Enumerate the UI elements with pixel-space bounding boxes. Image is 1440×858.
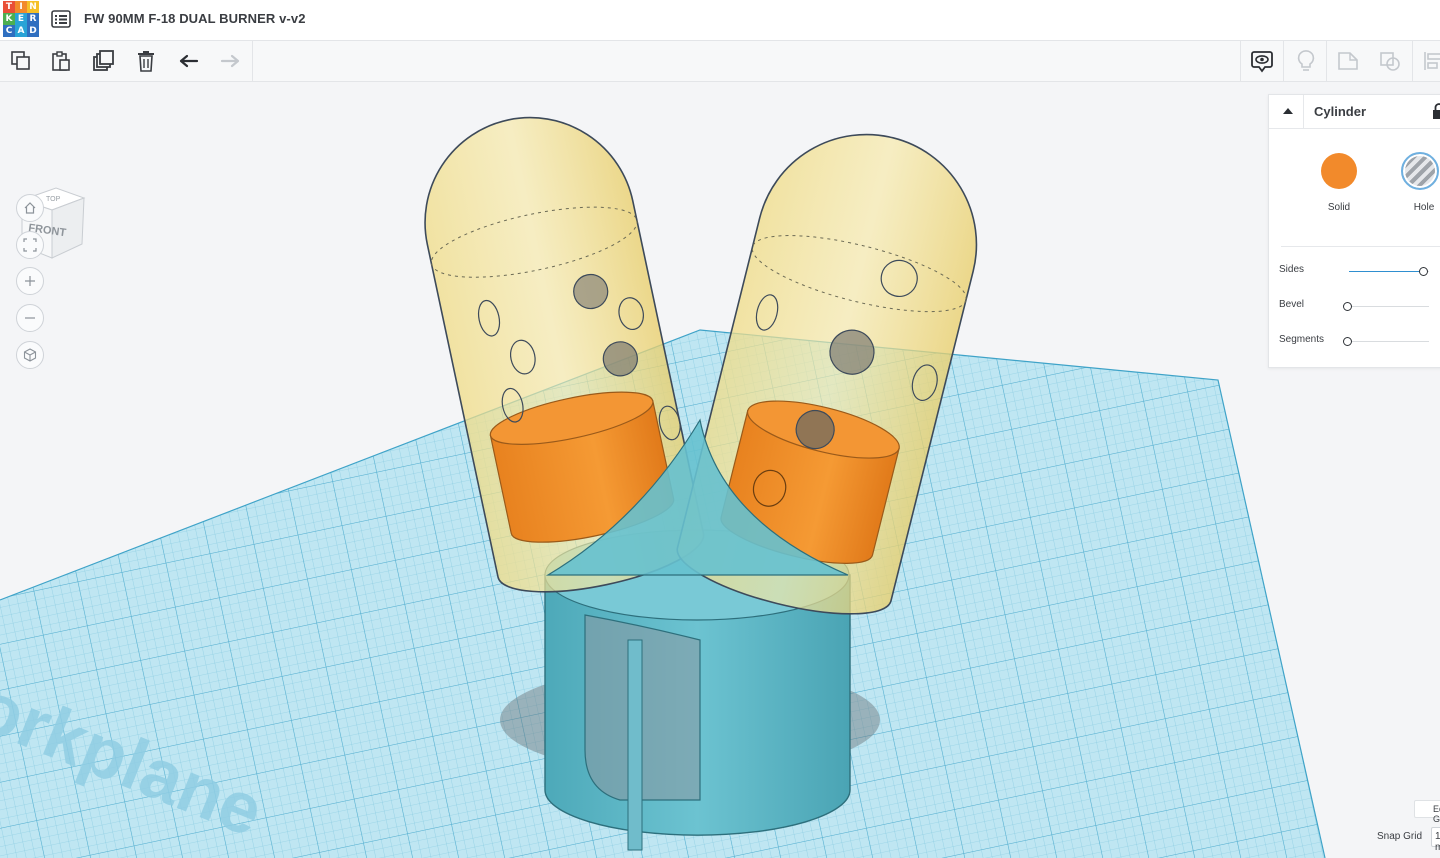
group-button[interactable]: [1333, 47, 1363, 75]
bevel-label: Bevel: [1279, 299, 1305, 310]
show-hide-button[interactable]: [1247, 47, 1277, 75]
snap-grid-label: Snap Grid: [1377, 831, 1423, 842]
toolbar-separator: [1283, 41, 1284, 81]
minus-icon: [25, 317, 35, 319]
solid-button[interactable]: [1321, 153, 1357, 189]
segments-slider-knob[interactable]: [1343, 337, 1352, 346]
undo-button[interactable]: [174, 47, 204, 75]
ungroup-button[interactable]: [1375, 47, 1405, 75]
toolbar-separator: [1412, 41, 1413, 81]
collapse-panel-button[interactable]: [1279, 102, 1297, 120]
logo-letter: R: [27, 13, 39, 25]
toolbar-separator: [1326, 41, 1327, 81]
home-icon: [24, 202, 36, 214]
view-cube-top-label: TOP: [46, 196, 61, 203]
title-bar: T I N K E R C A D FW 90MM F-18 DUAL BURN…: [0, 0, 1440, 41]
undo-icon: [179, 54, 199, 68]
lock-icon[interactable]: [1432, 103, 1440, 119]
zoom-in-button[interactable]: [16, 267, 44, 295]
shape-inspector-panel: Cylinder Solid Hole Sides Bevel Segments: [1268, 94, 1440, 368]
home-view-button[interactable]: [16, 194, 44, 222]
edit-grid-button[interactable]: Edit Grid: [1414, 800, 1440, 824]
redo-icon: [220, 54, 240, 68]
paste-icon: [52, 51, 70, 71]
3d-workspace[interactable]: Workplane TOP FRONT: [0, 82, 1440, 858]
show-all-button[interactable]: [1291, 47, 1321, 75]
copy-icon: [11, 51, 30, 70]
segments-slider-track[interactable]: [1349, 341, 1429, 342]
fit-view-button[interactable]: [16, 231, 44, 259]
ungroup-icon: [1380, 52, 1400, 71]
duplicate-icon: [93, 50, 114, 71]
solid-label: Solid: [1327, 202, 1351, 213]
logo-letter: I: [15, 1, 27, 13]
toolbar-separator: [1240, 41, 1241, 81]
bevel-slider-track[interactable]: [1349, 306, 1429, 307]
logo-letter: T: [3, 1, 15, 13]
segments-label: Segments: [1279, 334, 1325, 345]
paste-button[interactable]: [46, 47, 76, 75]
list-icon: [51, 10, 71, 28]
logo-letter: A: [15, 25, 27, 37]
toolbar-separator: [252, 41, 253, 81]
snap-grid-select[interactable]: 1.0 mm: [1431, 827, 1440, 853]
edit-toolbar: [0, 41, 1440, 82]
zoom-out-button[interactable]: [16, 304, 44, 332]
group-icon: [1338, 52, 1358, 70]
logo-letter: E: [15, 13, 27, 25]
redo-button[interactable]: [215, 47, 245, 75]
delete-button[interactable]: [131, 47, 161, 75]
delete-icon: [138, 51, 154, 72]
duplicate-button[interactable]: [89, 47, 119, 75]
panel-separator: [1281, 246, 1440, 247]
align-icon: [1424, 52, 1440, 70]
scene-canvas[interactable]: Workplane: [0, 82, 1440, 858]
design-title[interactable]: FW 90MM F-18 DUAL BURNER v-v2: [84, 11, 306, 26]
bevel-slider-knob[interactable]: [1343, 302, 1352, 311]
shape-name[interactable]: Cylinder: [1314, 104, 1366, 119]
hole-label: Hole: [1413, 202, 1435, 213]
copy-button[interactable]: [6, 47, 36, 75]
fit-all-icon: [23, 238, 37, 252]
plus-icon: [25, 276, 35, 286]
perspective-cube-icon: [23, 348, 37, 362]
sides-label: Sides: [1279, 264, 1305, 275]
caret-up-icon: [1283, 108, 1293, 114]
panel-header: Cylinder: [1269, 95, 1440, 129]
lightbulb-icon: [1297, 50, 1315, 71]
logo-letter: C: [3, 25, 15, 37]
sides-slider-knob[interactable]: [1419, 267, 1428, 276]
align-button[interactable]: [1418, 47, 1440, 75]
hole-button[interactable]: [1401, 152, 1439, 190]
logo-letter: D: [27, 25, 39, 37]
show-hide-icon: [1251, 51, 1273, 73]
logo-letter: K: [3, 13, 15, 25]
logo-letter: N: [27, 1, 39, 13]
panel-divider: [1303, 95, 1304, 128]
design-list-button[interactable]: [50, 8, 72, 30]
tinkercad-logo[interactable]: T I N K E R C A D: [3, 1, 39, 37]
perspective-button[interactable]: [16, 341, 44, 369]
sides-slider-fill: [1349, 271, 1423, 272]
